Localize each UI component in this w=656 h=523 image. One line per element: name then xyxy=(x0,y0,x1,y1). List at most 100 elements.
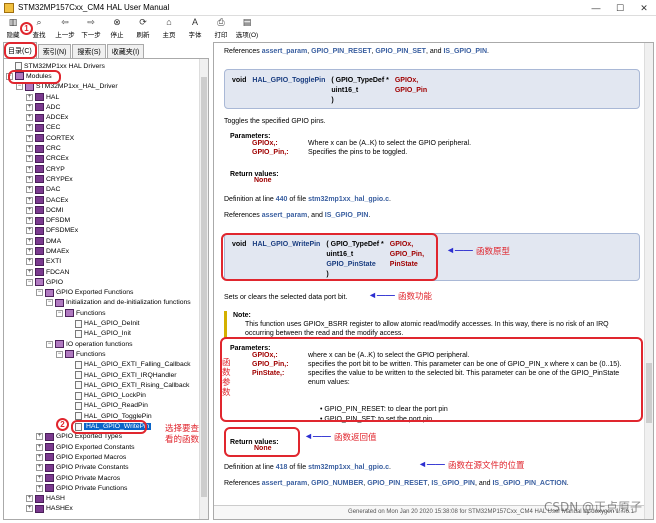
tree-scrollbar-thumb[interactable] xyxy=(201,77,207,497)
tree-item[interactable]: + EXTI xyxy=(6,257,198,267)
expand-icon[interactable]: + xyxy=(36,484,43,492)
expand-icon[interactable]: + xyxy=(26,268,33,276)
tab-contents[interactable]: 目录(C) xyxy=(3,42,37,58)
content-scrollbar-thumb[interactable] xyxy=(646,363,652,423)
ref-link[interactable]: assert_param xyxy=(262,48,308,55)
tree-item[interactable]: + GPIO Private Functions xyxy=(6,483,198,493)
expand-icon[interactable]: + xyxy=(26,495,33,503)
content-scrollbar[interactable] xyxy=(644,43,653,519)
tree-item[interactable]: HAL_GPIO_EXTI_IRQHandler xyxy=(6,370,198,380)
expand-icon[interactable]: + xyxy=(26,93,33,101)
tree-item[interactable]: HAL_GPIO_TogglePin xyxy=(6,411,198,421)
tree-item[interactable]: HAL_GPIO_ReadPin xyxy=(6,401,198,411)
expand-icon[interactable]: + xyxy=(26,134,33,142)
tree-item[interactable]: − GPIO xyxy=(6,277,198,287)
expand-icon[interactable]: + xyxy=(26,124,33,132)
tree-item[interactable]: + HAL xyxy=(6,92,198,102)
expand-icon[interactable]: + xyxy=(36,464,43,472)
tree-item[interactable]: + DAC xyxy=(6,185,198,195)
tree-item[interactable]: + CRYP xyxy=(6,164,198,174)
tree-item[interactable]: HAL_GPIO_LockPin xyxy=(6,391,198,401)
tree-item[interactable]: − Functions xyxy=(6,308,198,318)
tree-item[interactable]: + ADC xyxy=(6,102,198,112)
toolbar-button-refresh[interactable]: ⟳ 刷新 xyxy=(130,16,156,40)
expand-icon[interactable]: + xyxy=(26,227,33,235)
toolbar-button-forward[interactable]: ⇨ 下一步 xyxy=(78,16,104,40)
expand-icon[interactable]: + xyxy=(26,186,33,194)
tree-item[interactable]: − Modules xyxy=(6,71,198,81)
tree-item[interactable]: HAL_GPIO_Init xyxy=(6,329,198,339)
collapse-icon[interactable]: − xyxy=(36,289,43,297)
toolbar-button-back[interactable]: ⇦ 上一步 xyxy=(52,16,78,40)
expand-icon[interactable]: + xyxy=(26,114,33,122)
close-icon[interactable]: ✕ xyxy=(632,0,656,16)
line-link[interactable]: 418 xyxy=(276,464,288,471)
expand-icon[interactable]: + xyxy=(26,196,33,204)
expand-icon[interactable]: + xyxy=(26,247,33,255)
ref-link[interactable]: GPIO_PIN_SET xyxy=(375,48,426,55)
collapse-icon[interactable]: − xyxy=(56,350,63,358)
ref-link[interactable]: IS_GPIO_PIN xyxy=(431,480,475,487)
ref-link[interactable]: IS_GPIO_PIN xyxy=(443,48,487,55)
maximize-icon[interactable]: ☐ xyxy=(608,0,632,16)
ref-link[interactable]: assert_param xyxy=(262,212,308,219)
expand-icon[interactable]: + xyxy=(36,474,43,482)
tree-item[interactable]: − Functions xyxy=(6,349,198,359)
expand-icon[interactable]: + xyxy=(26,175,33,183)
toolbar-button-stop[interactable]: ⊗ 停止 xyxy=(104,16,130,40)
tree-item[interactable]: + CRYPEx xyxy=(6,174,198,184)
expand-icon[interactable]: + xyxy=(26,505,33,513)
tree-item[interactable]: + CRCEx xyxy=(6,154,198,164)
toolbar-button-font[interactable]: A 字体 xyxy=(182,16,208,40)
tree-item[interactable]: HAL_GPIO_EXTI_Rising_Callback xyxy=(6,380,198,390)
tree-item[interactable]: + FDCAN xyxy=(6,267,198,277)
tree-item[interactable]: + ADCEx xyxy=(6,112,198,122)
expand-icon[interactable]: + xyxy=(26,165,33,173)
tree-item[interactable]: − IO operation functions xyxy=(6,339,198,349)
expand-icon[interactable]: + xyxy=(36,433,43,441)
tree-item[interactable]: + CEC xyxy=(6,123,198,133)
expand-icon[interactable]: + xyxy=(26,103,33,111)
tree-item[interactable]: − Initialization and de-initialization fu… xyxy=(6,298,198,308)
collapse-icon[interactable]: − xyxy=(46,340,53,348)
tree-item[interactable]: + HASHEx xyxy=(6,504,198,514)
tree-item[interactable]: − GPIO Exported Functions xyxy=(6,288,198,298)
tree-item[interactable]: + DMAEx xyxy=(6,246,198,256)
file-link[interactable]: stm32mp1xx_hal_gpio.c xyxy=(308,196,389,203)
collapse-icon[interactable]: − xyxy=(56,309,63,317)
tab-favorites[interactable]: 收藏夹(I) xyxy=(106,44,145,58)
tree-item[interactable]: + DMA xyxy=(6,236,198,246)
collapse-icon[interactable]: − xyxy=(26,278,33,286)
expand-icon[interactable]: + xyxy=(26,237,33,245)
minimize-icon[interactable]: — xyxy=(584,0,608,16)
toolbar-button-print[interactable]: ⎙ 打印 xyxy=(208,16,234,40)
ref-link[interactable]: IS_GPIO_PIN_ACTION xyxy=(492,480,566,487)
tab-search[interactable]: 搜索(S) xyxy=(72,44,106,58)
expand-icon[interactable]: + xyxy=(26,206,33,214)
tree-item[interactable]: HAL_GPIO_DeInit xyxy=(6,318,198,328)
ref-link[interactable]: GPIO_PIN_RESET xyxy=(311,48,371,55)
expand-icon[interactable]: + xyxy=(36,443,43,451)
tree-scrollbar[interactable] xyxy=(199,59,208,519)
collapse-icon[interactable]: − xyxy=(46,299,53,307)
tree-item[interactable]: − STM32MP1xx_HAL_Driver xyxy=(6,82,198,92)
tree-item[interactable]: + DFSDMEx xyxy=(6,226,198,236)
ref-link[interactable]: GPIO_PIN_RESET xyxy=(367,480,427,487)
expand-icon[interactable]: + xyxy=(36,453,43,461)
expand-icon[interactable]: + xyxy=(26,145,33,153)
tab-index[interactable]: 索引(N) xyxy=(37,44,72,58)
line-link[interactable]: 440 xyxy=(276,196,288,203)
tree-item[interactable]: HAL_GPIO_EXTI_Falling_Callback xyxy=(6,360,198,370)
collapse-icon[interactable]: − xyxy=(16,83,23,91)
tree-item[interactable]: + DACEx xyxy=(6,195,198,205)
file-link[interactable]: stm32mp1xx_hal_gpio.c xyxy=(308,464,389,471)
tree-item[interactable]: + CORTEX xyxy=(6,133,198,143)
tree-item[interactable]: + GPIO Private Constants xyxy=(6,463,198,473)
tree-item[interactable]: + DFSDM xyxy=(6,215,198,225)
ref-link[interactable]: GPIO_NUMBER xyxy=(311,480,363,487)
tree-item[interactable]: STM32MP1xx HAL Drivers xyxy=(6,61,198,71)
ref-link[interactable]: assert_param xyxy=(262,480,308,487)
tree-item[interactable]: + GPIO Private Macros xyxy=(6,473,198,483)
tree-item[interactable]: + HASH xyxy=(6,493,198,503)
expand-icon[interactable]: + xyxy=(26,258,33,266)
